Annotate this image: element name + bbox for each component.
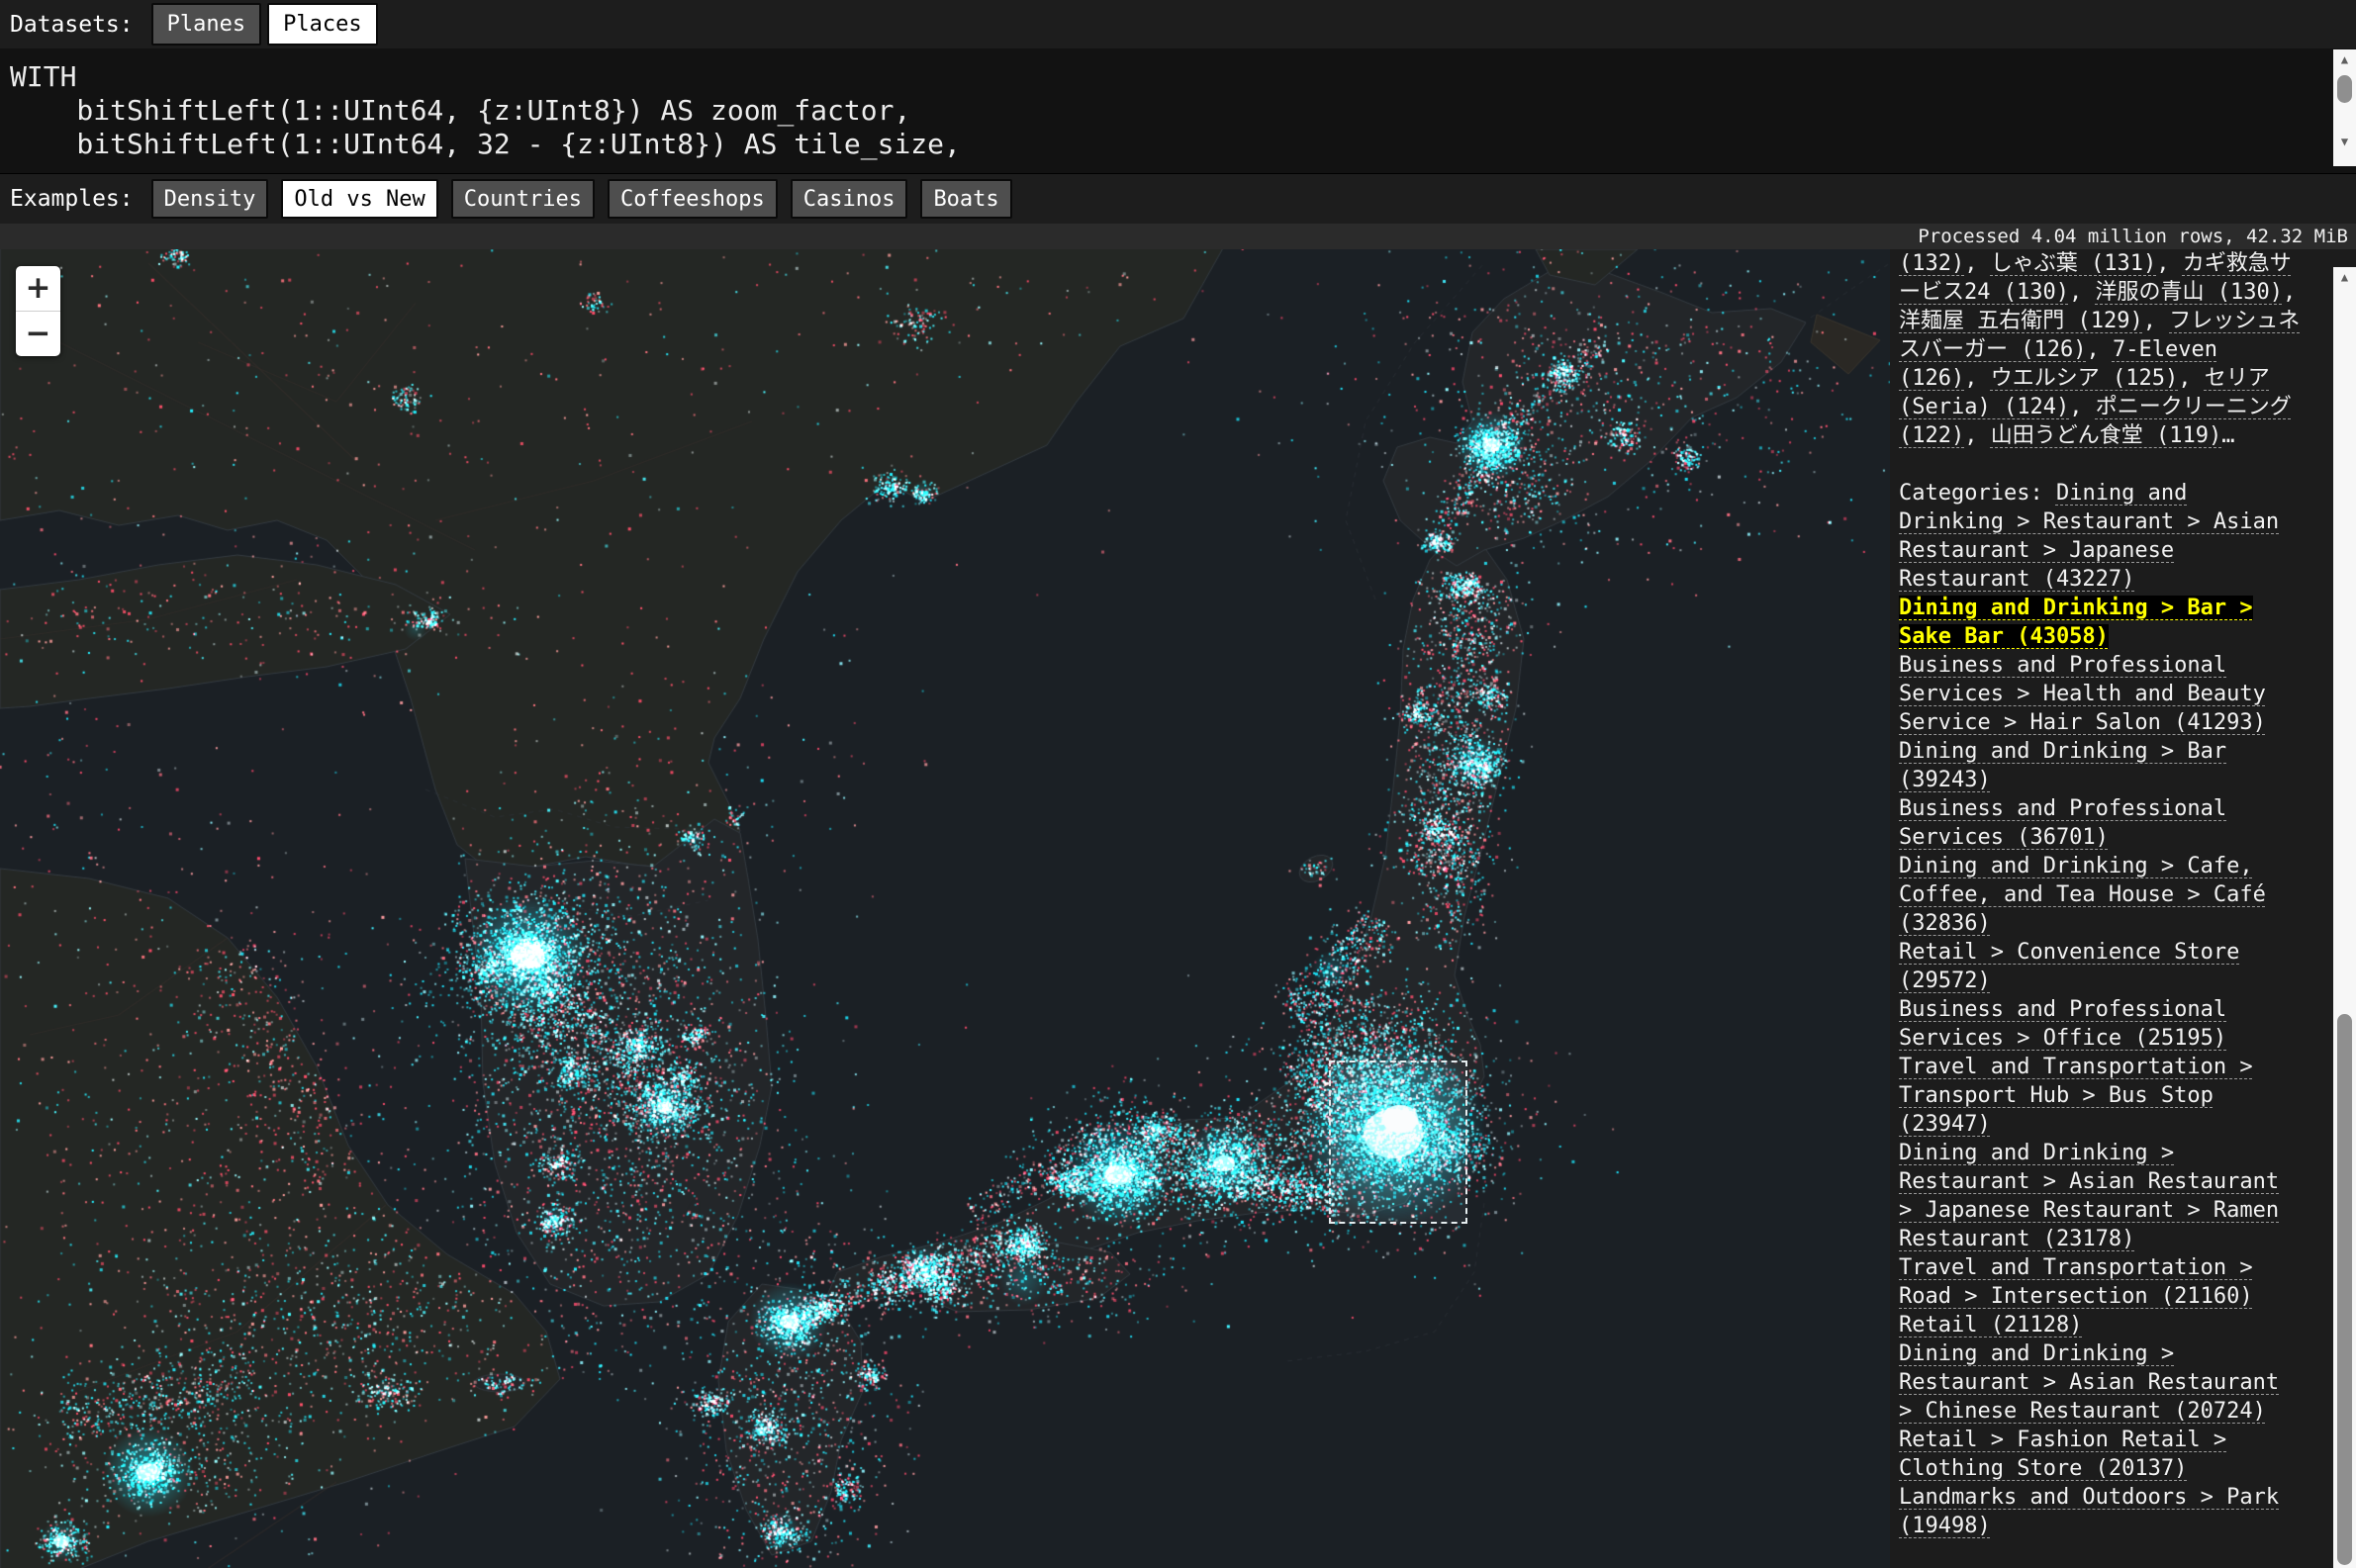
brand-list: (132), しゃぶ葉 (131), カギ救急サービス24 (130), 洋服の… (1899, 249, 2305, 450)
example-button-density[interactable]: Density (151, 179, 269, 219)
example-button-boats[interactable]: Boats (920, 179, 1011, 219)
code-line: WITH (10, 60, 2326, 94)
category-link[interactable]: Business and Professional Services (3670… (1899, 796, 2226, 850)
examples-bar: Examples: Density Old vs New Countries C… (0, 174, 2356, 224)
datasets-bar: Datasets: Planes Places (0, 0, 2356, 48)
zoom-in-button[interactable]: + (16, 266, 60, 312)
datasets-label: Datasets: (10, 12, 134, 38)
zoom-out-button[interactable]: − (16, 312, 60, 356)
category-link[interactable]: Landmarks and Outdoors > Park (19498) (1899, 1485, 2279, 1538)
sql-editor[interactable]: WITH bitShiftLeft(1::UInt64, {z:UInt8}) … (0, 48, 2356, 174)
code-line: bitShiftLeft(1::UInt64, {z:UInt8}) AS zo… (10, 94, 2326, 128)
scroll-down-icon[interactable]: ▼ (2333, 132, 2356, 151)
map-container[interactable]: + − (0, 249, 1890, 1568)
category-link-selected[interactable]: Dining and Drinking > Bar > Sake Bar (43… (1899, 596, 2253, 649)
code-line: bitShiftLeft(1::UInt64, 32 - {z:UInt8}) … (10, 128, 2326, 161)
map-selection-rectangle[interactable] (1329, 1061, 1467, 1224)
category-link[interactable]: Dining and Drinking > Cafe, Coffee, and … (1899, 854, 2266, 936)
scroll-up-icon[interactable]: ▲ (2333, 267, 2356, 287)
category-link[interactable]: Retail > Fashion Retail > Clothing Store… (1899, 1428, 2226, 1481)
brand-link[interactable]: 洋服の青山 (130) (2095, 280, 2282, 305)
brand-link[interactable]: しゃぶ葉 (131) (1991, 251, 2156, 276)
category-link[interactable]: Retail (21128) (1899, 1313, 2082, 1337)
brand-link[interactable]: (132) (1899, 251, 1964, 276)
category-link[interactable]: Business and Professional Services > Off… (1899, 997, 2226, 1051)
map-canvas[interactable] (0, 249, 1890, 1568)
dataset-button-planes[interactable]: Planes (151, 3, 261, 46)
brand-link[interactable]: ウエルシア (125) (1991, 366, 2178, 391)
category-link[interactable]: Retail > Convenience Store (29572) (1899, 940, 2239, 993)
editor-scroll-thumb[interactable] (2337, 75, 2352, 103)
results-sidebar: (132), しゃぶ葉 (131), カギ救急サービス24 (130), 洋服の… (1890, 224, 2356, 1568)
category-link[interactable]: Travel and Transportation > Transport Hu… (1899, 1055, 2253, 1137)
brand-link[interactable]: 山田うどん食堂 (119) (1991, 423, 2221, 448)
scroll-up-icon[interactable]: ▲ (2333, 49, 2356, 69)
example-button-coffeeshops[interactable]: Coffeeshops (608, 179, 778, 219)
category-link[interactable]: Business and Professional Services > Hea… (1899, 653, 2266, 735)
sidebar-scrollbar[interactable]: ▲ (2333, 267, 2356, 1568)
example-button-countries[interactable]: Countries (451, 179, 595, 219)
results-content: (132), しゃぶ葉 (131), カギ救急サービス24 (130), 洋服の… (1899, 249, 2305, 1540)
example-button-old-vs-new[interactable]: Old vs New (281, 179, 437, 219)
category-link[interactable]: Dining and Drinking > Restaurant > Asian… (1899, 1141, 2279, 1251)
category-link[interactable]: Dining and Drinking > Restaurant > Asian… (1899, 1341, 2279, 1424)
categories-label: Categories: (1899, 481, 2056, 506)
example-button-casinos[interactable]: Casinos (791, 179, 908, 219)
editor-scrollbar[interactable]: ▲ ▼ (2333, 49, 2356, 166)
dataset-button-places[interactable]: Places (267, 3, 377, 46)
category-list: Categories: Dining and Drinking > Restau… (1899, 479, 2305, 1540)
map-zoom-control: + − (16, 266, 60, 356)
category-link[interactable]: Travel and Transportation > Road > Inter… (1899, 1255, 2253, 1309)
examples-label: Examples: (10, 186, 134, 212)
sidebar-scroll-thumb[interactable] (2337, 1014, 2352, 1565)
query-stats: Processed 4.04 million rows, 42.32 MiB (0, 224, 2356, 249)
category-items: Dining and Drinking > Restaurant > Asian… (1899, 481, 2279, 1538)
brand-link[interactable]: 洋麺屋 五右衛門 (129) (1899, 309, 2143, 333)
category-link[interactable]: Dining and Drinking > Bar (39243) (1899, 739, 2226, 792)
